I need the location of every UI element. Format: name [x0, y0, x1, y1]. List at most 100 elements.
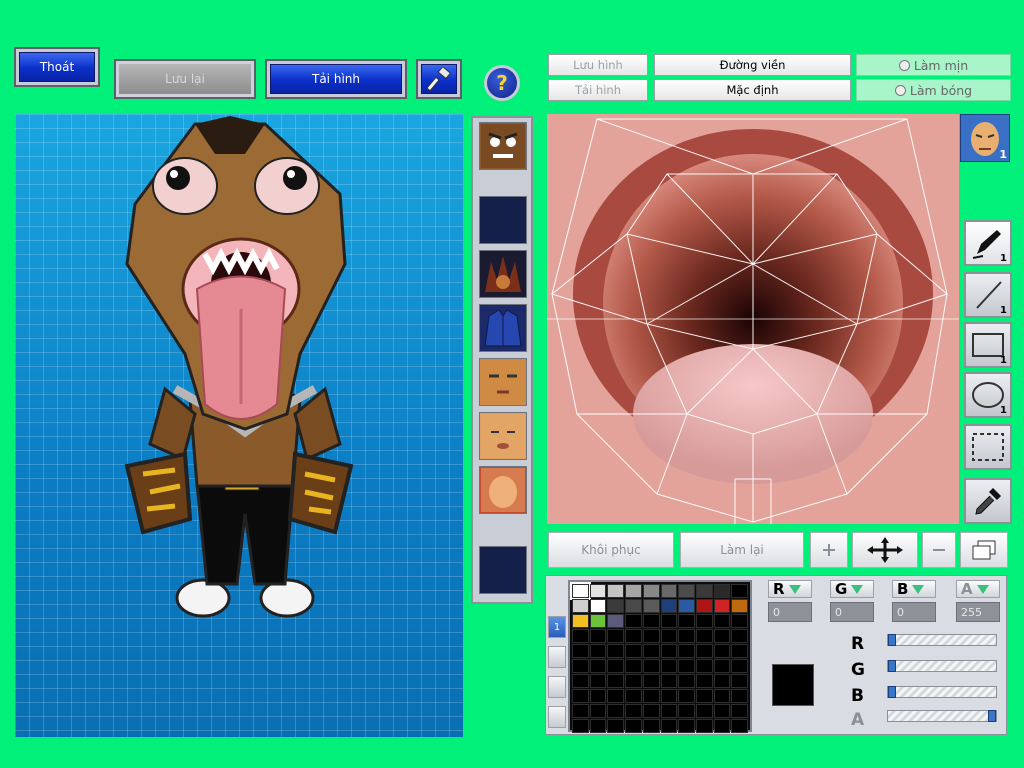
alpha-slider-knob[interactable]	[988, 710, 996, 722]
palette-swatch[interactable]	[713, 644, 731, 658]
palette-swatch[interactable]	[678, 644, 695, 658]
palette-swatch[interactable]	[678, 719, 695, 733]
palette-swatch[interactable]	[731, 674, 748, 688]
default-tab[interactable]: Mặc định	[654, 79, 851, 101]
palette-swatch[interactable]	[678, 629, 695, 643]
palette-swatch[interactable]	[695, 614, 713, 628]
palette-swatch[interactable]	[695, 599, 713, 613]
palette-swatch[interactable]	[589, 599, 607, 613]
palette-swatch[interactable]	[607, 719, 625, 733]
palette-page-tab-2[interactable]	[548, 646, 566, 668]
palette-swatch[interactable]	[678, 614, 695, 628]
palette-swatch[interactable]	[731, 704, 748, 718]
palette-swatch[interactable]	[589, 719, 607, 733]
palette-swatch[interactable]	[625, 689, 642, 703]
palette-swatch[interactable]	[607, 644, 625, 658]
palette-swatch[interactable]	[589, 704, 607, 718]
palette-swatch[interactable]	[572, 704, 589, 718]
part-slot-face[interactable]	[479, 122, 527, 170]
palette-swatch[interactable]	[695, 584, 713, 598]
palette-swatch[interactable]	[642, 674, 660, 688]
palette-swatch[interactable]	[731, 629, 748, 643]
palette-swatch[interactable]	[625, 614, 642, 628]
palette-swatch[interactable]	[731, 599, 748, 613]
palette-swatch[interactable]	[572, 689, 589, 703]
palette-swatch[interactable]	[607, 629, 625, 643]
palette-swatch[interactable]	[607, 674, 625, 688]
palette-swatch[interactable]	[713, 674, 731, 688]
palette-swatch[interactable]	[660, 599, 678, 613]
outline-tab[interactable]: Đường viền	[654, 54, 851, 76]
palette-swatch[interactable]	[660, 614, 678, 628]
palette-swatch[interactable]	[607, 659, 625, 673]
shade-radio[interactable]	[894, 84, 906, 96]
part-slot-empty-1[interactable]	[479, 196, 527, 244]
palette-swatch[interactable]	[660, 719, 678, 733]
blue-value-field[interactable]: 0	[892, 602, 936, 622]
palette-swatch[interactable]	[642, 629, 660, 643]
green-channel-selector[interactable]: G	[830, 580, 874, 598]
palette-swatch[interactable]	[713, 629, 731, 643]
palette-swatch[interactable]	[660, 689, 678, 703]
save-image-tab[interactable]: Lưu hình	[548, 54, 648, 76]
palette-swatch[interactable]	[570, 582, 591, 600]
zoom-out-button[interactable]	[922, 532, 956, 568]
palette-swatch[interactable]	[695, 704, 713, 718]
exit-button[interactable]: Thoát	[14, 47, 100, 87]
palette-swatch[interactable]	[607, 704, 625, 718]
palette-swatch[interactable]	[695, 689, 713, 703]
line-tool[interactable]: 1	[964, 272, 1012, 318]
palette-swatch[interactable]	[695, 659, 713, 673]
palette-swatch[interactable]	[731, 689, 748, 703]
palette-page-tab[interactable]: 1	[548, 616, 566, 638]
restore-button[interactable]: Khôi phục	[548, 532, 674, 568]
part-slot-empty-2[interactable]	[479, 546, 527, 594]
palette-swatch[interactable]	[625, 629, 642, 643]
selection-tool[interactable]	[964, 424, 1012, 470]
red-value-field[interactable]: 0	[768, 602, 812, 622]
palette-swatch[interactable]	[572, 659, 589, 673]
palette-swatch[interactable]	[695, 629, 713, 643]
palette-swatch[interactable]	[678, 584, 695, 598]
pen-tool[interactable]: 1	[964, 220, 1012, 266]
alpha-value-field[interactable]: 255	[956, 602, 1000, 622]
palette-swatch[interactable]	[642, 644, 660, 658]
palette-swatch[interactable]	[660, 674, 678, 688]
shade-option[interactable]: Làm bóng	[856, 79, 1011, 101]
texture-canvas[interactable]	[547, 114, 959, 524]
move-button[interactable]	[852, 532, 918, 568]
hammer-button[interactable]	[416, 59, 462, 99]
palette-swatch[interactable]	[695, 644, 713, 658]
eyedropper-tool[interactable]	[964, 478, 1012, 524]
palette-swatch[interactable]	[642, 719, 660, 733]
palette-swatch[interactable]	[589, 659, 607, 673]
part-slot-face-plain[interactable]	[479, 466, 527, 514]
palette-swatch[interactable]	[678, 659, 695, 673]
palette-swatch[interactable]	[625, 659, 642, 673]
palette-swatch[interactable]	[589, 644, 607, 658]
palette-swatch[interactable]	[625, 674, 642, 688]
palette-page-tab-3[interactable]	[548, 676, 566, 698]
palette-swatch[interactable]	[731, 614, 748, 628]
palette-swatch[interactable]	[660, 629, 678, 643]
alpha-slider[interactable]	[887, 710, 997, 722]
palette-swatch[interactable]	[731, 719, 748, 733]
palette-swatch[interactable]	[572, 614, 589, 628]
blue-slider-knob[interactable]	[888, 686, 896, 698]
alpha-channel-selector[interactable]: A	[956, 580, 1000, 598]
palette-swatch[interactable]	[695, 719, 713, 733]
smooth-option[interactable]: Làm mịn	[856, 54, 1011, 76]
palette-swatch[interactable]	[713, 719, 731, 733]
palette-swatch[interactable]	[660, 584, 678, 598]
palette-swatch[interactable]	[678, 689, 695, 703]
blue-channel-selector[interactable]: B	[892, 580, 936, 598]
palette-swatch[interactable]	[589, 584, 607, 598]
palette-swatch[interactable]	[642, 704, 660, 718]
palette-swatch[interactable]	[731, 659, 748, 673]
palette-swatch[interactable]	[660, 704, 678, 718]
palette-swatch[interactable]	[660, 659, 678, 673]
palette-swatch[interactable]	[713, 704, 731, 718]
palette-swatch[interactable]	[625, 644, 642, 658]
palette-swatch[interactable]	[660, 644, 678, 658]
redo-button[interactable]: Làm lại	[680, 532, 804, 568]
